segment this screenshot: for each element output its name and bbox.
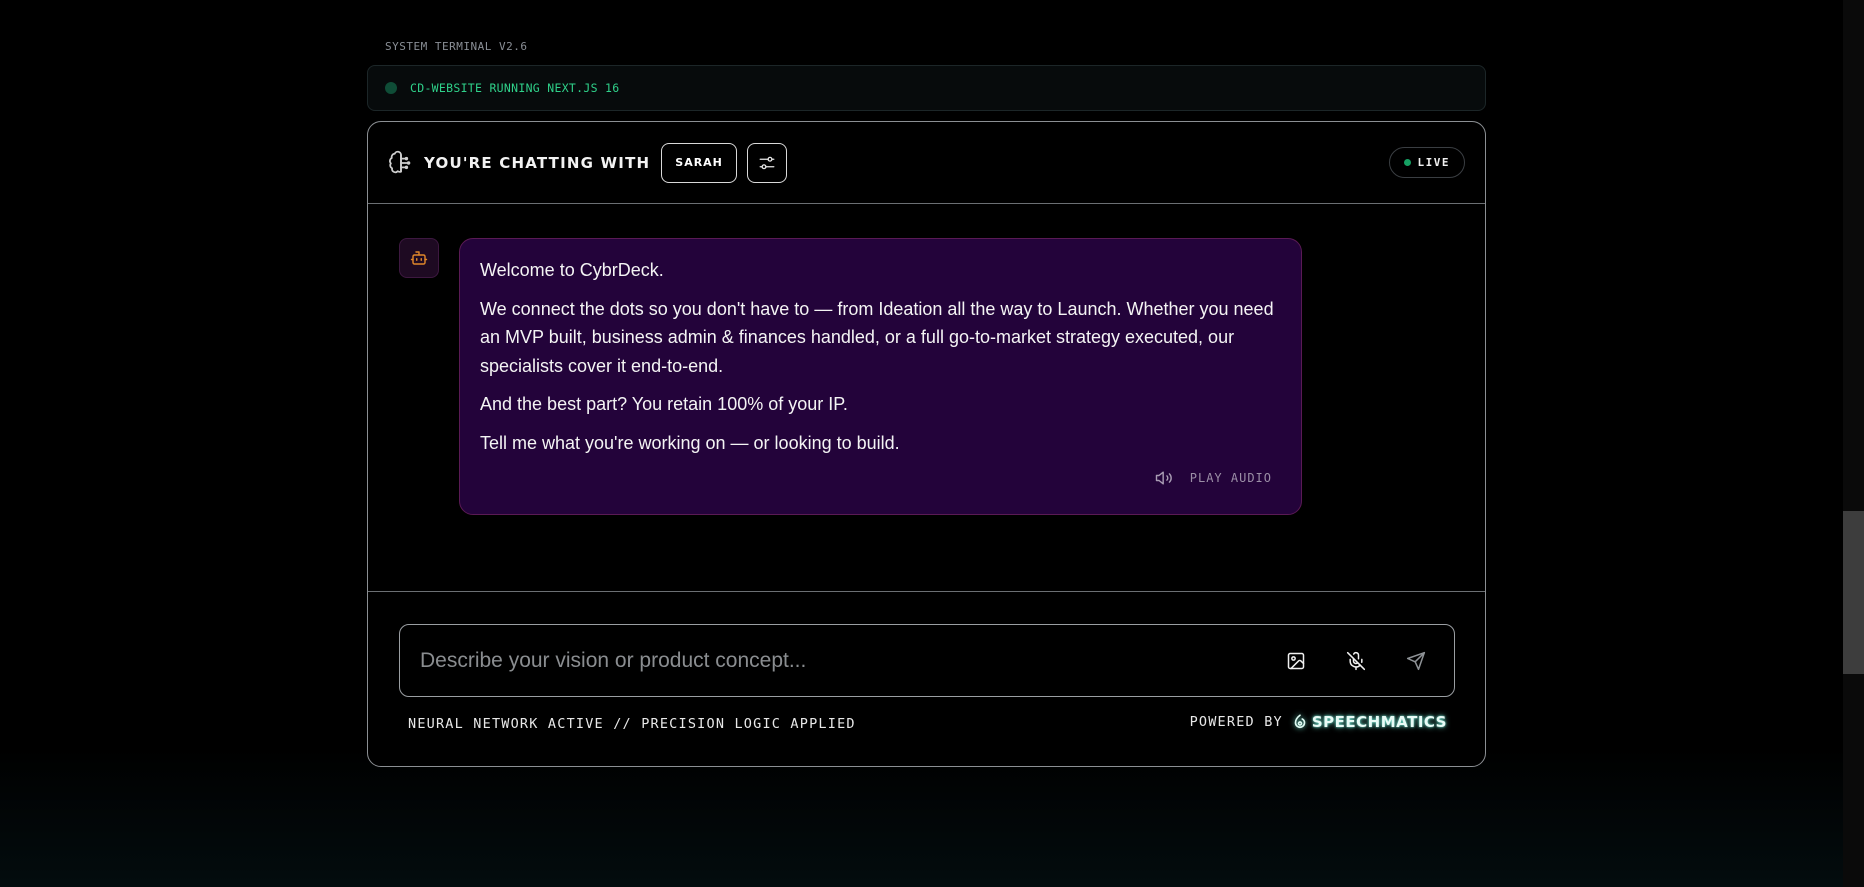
chat-title: YOU'RE CHATTING WITH [424, 153, 651, 172]
message-paragraph: And the best part? You retain 100% of yo… [480, 394, 848, 414]
message-paragraph: Welcome to CybrDeck. [480, 260, 664, 280]
bot-icon [410, 249, 428, 267]
assistant-message-bubble: Welcome to CybrDeck. We connect the dots… [459, 238, 1302, 515]
speaker-icon [1154, 468, 1174, 488]
message-paragraph: We connect the dots so you don't have to… [480, 298, 1274, 376]
send-icon [1406, 651, 1426, 671]
attach-image-button[interactable] [1278, 643, 1314, 679]
settings-button[interactable] [746, 142, 787, 183]
speechmatics-brand-name: SPEECHMATICS [1311, 713, 1447, 731]
status-dot-icon [385, 82, 397, 94]
persona-selector-button[interactable]: SARAH [661, 142, 737, 183]
live-label: LIVE [1417, 156, 1450, 169]
chat-panel: YOU'RE CHATTING WITH SARAH LIVE Welcome … [367, 121, 1486, 767]
message-paragraph: Tell me what you're working on — or look… [480, 432, 900, 453]
network-status-text: NEURAL NETWORK ACTIVE // PRECISION LOGIC… [408, 716, 856, 732]
status-text: CD-WEBSITE RUNNING NEXT.JS 16 [410, 81, 620, 95]
composer [399, 624, 1455, 697]
message-list: Welcome to CybrDeck. We connect the dots… [368, 206, 1485, 592]
chat-header: YOU'RE CHATTING WITH SARAH LIVE [368, 122, 1485, 204]
play-audio-button[interactable]: PLAY AUDIO [1154, 464, 1272, 493]
live-dot-icon [1403, 159, 1411, 166]
speechmatics-logo[interactable]: SPEECHMATICS [1291, 713, 1447, 731]
page-scrollbar[interactable] [1843, 0, 1864, 887]
message-input[interactable] [420, 640, 1254, 681]
play-audio-label: PLAY AUDIO [1189, 470, 1272, 485]
status-bar: CD-WEBSITE RUNNING NEXT.JS 16 [367, 65, 1486, 111]
sliders-icon [758, 154, 776, 172]
scrollbar-thumb[interactable] [1843, 511, 1864, 674]
system-terminal-label: SYSTEM TERMINAL V2.6 [385, 40, 528, 53]
powered-by-label: POWERED BY [1189, 714, 1283, 730]
image-icon [1286, 651, 1306, 671]
bot-avatar [399, 238, 439, 278]
live-status-badge: LIVE [1388, 147, 1465, 178]
mic-off-icon [1346, 651, 1366, 671]
background-glow [0, 747, 1864, 887]
microphone-button[interactable] [1338, 643, 1374, 679]
send-button[interactable] [1398, 643, 1434, 679]
brain-icon [388, 150, 414, 176]
speechmatics-logo-icon [1291, 713, 1309, 731]
powered-by: POWERED BY SPEECHMATICS [1190, 713, 1447, 731]
